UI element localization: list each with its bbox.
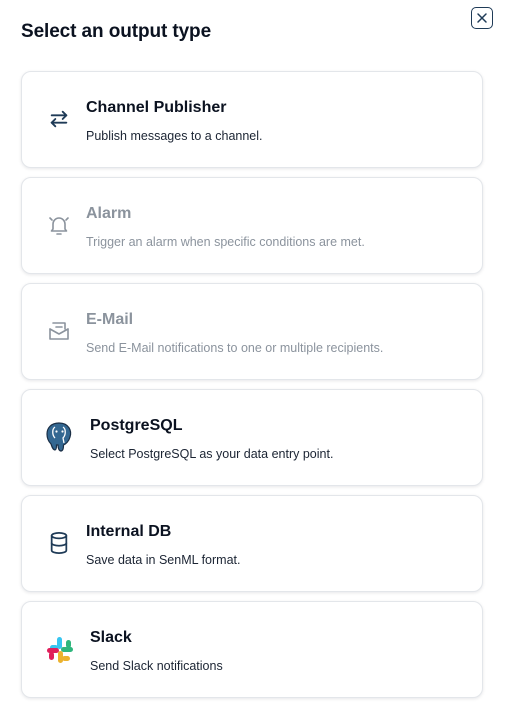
option-name: PostgreSQL	[90, 417, 183, 434]
option-email[interactable]: E-Mail Send E-Mail notifications to one …	[21, 283, 483, 380]
dialog-title: Select an output type	[21, 21, 212, 42]
bell-ring-icon	[46, 212, 72, 238]
close-icon	[477, 13, 487, 23]
mail-open-icon	[46, 318, 72, 344]
option-name: Channel Publisher	[86, 99, 227, 116]
option-description: Select PostgreSQL as your data entry poi…	[90, 447, 334, 461]
option-slack[interactable]: Slack Send Slack notifications	[21, 601, 483, 698]
option-name: Internal DB	[86, 523, 172, 540]
database-icon	[46, 530, 72, 556]
option-alarm[interactable]: Alarm Trigger an alarm when specific con…	[21, 177, 483, 274]
slack-logo-icon	[45, 635, 75, 665]
option-name: Slack	[90, 629, 132, 646]
option-description: Save data in SenML format.	[86, 553, 241, 567]
swap-arrows-icon	[46, 106, 72, 132]
option-postgresql[interactable]: PostgreSQL Select PostgreSQL as your dat…	[21, 389, 483, 486]
option-channel-publisher[interactable]: Channel Publisher Publish messages to a …	[21, 71, 483, 168]
option-name: Alarm	[86, 205, 132, 222]
option-description: Send Slack notifications	[90, 659, 223, 673]
option-name: E-Mail	[86, 311, 134, 328]
close-button[interactable]	[471, 7, 493, 29]
option-description: Publish messages to a channel.	[86, 129, 263, 143]
option-description: Send E-Mail notifications to one or mult…	[86, 341, 384, 355]
option-description: Trigger an alarm when specific condition…	[86, 235, 365, 249]
postgresql-logo-icon	[44, 421, 74, 453]
option-internal-db[interactable]: Internal DB Save data in SenML format.	[21, 495, 483, 592]
